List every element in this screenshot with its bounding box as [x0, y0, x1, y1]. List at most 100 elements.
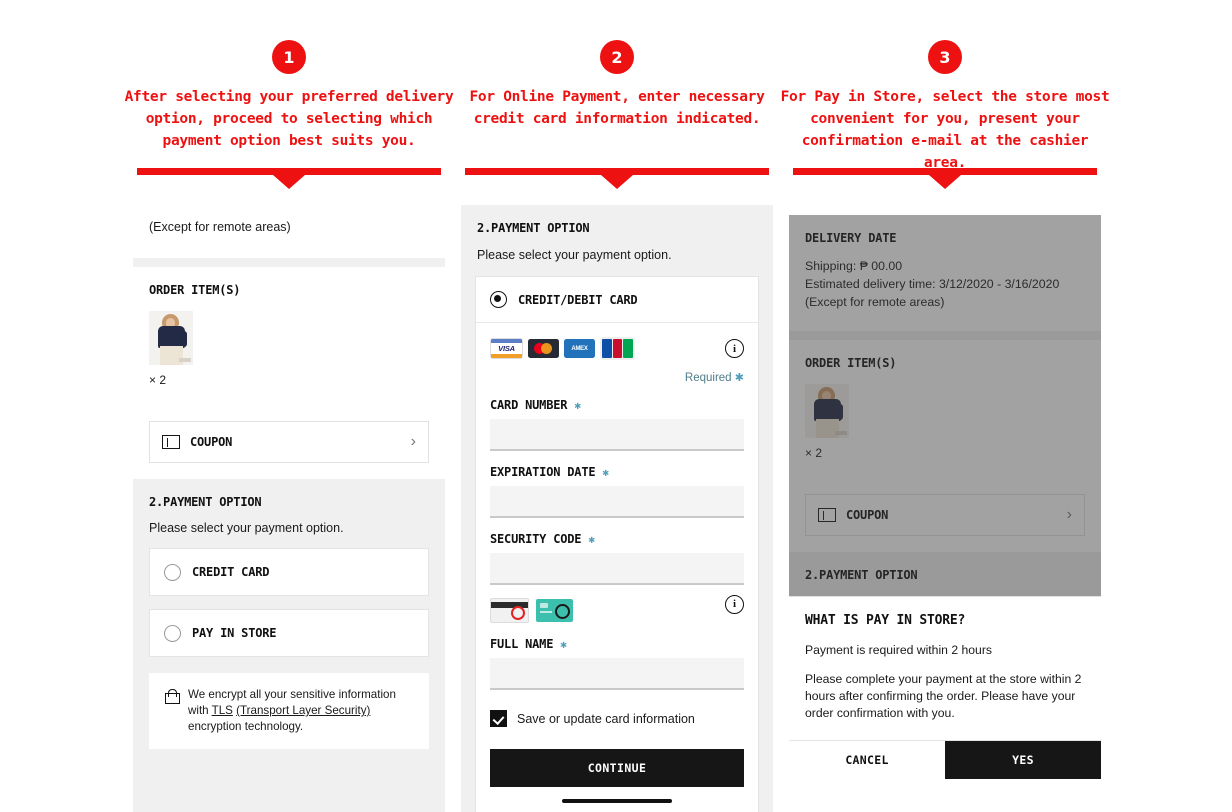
full-name-input[interactable]: [490, 658, 744, 690]
expiration-date-label: EXPIRATION DATE ✱: [490, 465, 609, 479]
delivery-remote-note-block: (Except for remote areas): [133, 205, 445, 258]
order-quantity: × 2: [149, 373, 167, 387]
remote-areas-note: (Except for remote areas): [805, 295, 945, 309]
security-code-illustrations: [490, 598, 573, 623]
order-items-section: ORDER ITEM(S) × 2: [789, 340, 1101, 480]
remote-areas-note: (Except for remote areas): [149, 220, 291, 234]
coupon-label: COUPON: [190, 435, 233, 449]
save-card-label: Save or update card information: [517, 711, 695, 726]
radio-pay-in-store[interactable]: [164, 624, 181, 642]
step-divider-arrow-2: [465, 168, 769, 175]
security-code-input[interactable]: [490, 553, 744, 585]
section-gap: [133, 258, 445, 267]
step-caption-2: For Online Payment, enter necessary cred…: [469, 89, 765, 127]
amex-icon: AMEX: [564, 339, 595, 358]
payment-option-section: 2.PAYMENT OPTION: [789, 552, 1101, 596]
chevron-right-icon: ›: [410, 433, 416, 450]
payment-option-subtitle: Please select your payment option.: [149, 521, 344, 535]
radio-credit-card[interactable]: [164, 563, 181, 581]
step-caption-3: For Pay in Store, select the store most …: [780, 89, 1110, 171]
modal-title: WHAT IS PAY IN STORE?: [805, 613, 966, 628]
order-items-heading: ORDER ITEM(S): [805, 356, 897, 370]
pay-in-store-modal: WHAT IS PAY IN STORE? Payment is require…: [789, 596, 1101, 805]
coupon-section: COUPON ›: [133, 407, 445, 479]
brands-row: VISA AMEX i: [490, 337, 744, 360]
estimated-delivery: Estimated delivery time: 3/12/2020 - 3/1…: [805, 277, 1060, 291]
save-card-row[interactable]: Save or update card information: [490, 710, 744, 727]
save-card-checkbox[interactable]: [490, 710, 507, 727]
step-badge-1: 1: [272, 40, 306, 74]
payment-form-screen: 2.PAYMENT OPTION Please select your paym…: [461, 205, 773, 812]
payment-option-pay-in-store[interactable]: PAY IN STORE: [149, 609, 429, 657]
coupon-section: COUPON ›: [789, 480, 1101, 552]
lock-icon: [165, 689, 180, 704]
delivery-date-section: DELIVERY DATE Shipping: ₱ 00.00 Estimate…: [789, 215, 1101, 331]
modal-body: WHAT IS PAY IN STORE? Payment is require…: [789, 597, 1101, 740]
payment-option-heading: 2.PAYMENT OPTION: [149, 495, 262, 509]
section-gap: [789, 331, 1101, 340]
step-column-2: 2 For Online Payment, enter necessary cr…: [461, 0, 773, 812]
security-code-info-icon[interactable]: i: [725, 594, 744, 614]
continue-button[interactable]: CONTINUE: [490, 749, 744, 787]
modal-cancel-button[interactable]: CANCEL: [789, 741, 945, 779]
security-code-label: SECURITY CODE ✱: [490, 532, 595, 546]
step-caption-1: After selecting your preferred delivery …: [124, 89, 454, 149]
expiration-date-input[interactable]: [490, 486, 744, 518]
payment-option-label: CREDIT CARD: [192, 565, 270, 579]
modal-yes-button[interactable]: YES: [945, 741, 1101, 779]
phone-screen-1: (Except for remote areas) ORDER ITEM(S) …: [133, 205, 445, 812]
payment-option-label: PAY IN STORE: [192, 626, 277, 640]
radio-credit-debit-card[interactable]: [490, 291, 507, 308]
modal-footer-spacer: [789, 779, 1101, 805]
order-items-section: ORDER ITEM(S) × 2: [133, 267, 445, 407]
step-badge-2: 2: [600, 40, 634, 74]
card-number-label: CARD NUMBER ✱: [490, 398, 581, 412]
order-quantity: × 2: [805, 446, 823, 460]
tls-link[interactable]: TLS: [212, 704, 233, 717]
chevron-right-icon: ›: [1066, 506, 1072, 523]
security-code-help-row: i: [490, 585, 744, 623]
product-thumbnail[interactable]: [149, 311, 193, 365]
required-legend: Required ✱: [684, 372, 744, 384]
visa-icon: VISA: [490, 338, 523, 359]
modal-actions: CANCEL YES: [789, 740, 1101, 779]
payment-option-heading: 2.PAYMENT OPTION: [805, 568, 918, 582]
card-form-body: VISA AMEX i Required ✱ CARD NUMBER ✱ EXP…: [476, 323, 758, 812]
home-indicator: [562, 799, 672, 803]
product-thumbnail[interactable]: [805, 384, 849, 438]
credit-card-panel: CREDIT/DEBIT CARD VISA AMEX i Required ✱…: [475, 276, 759, 812]
jcb-icon: [600, 337, 635, 360]
step-divider-arrow-1: [137, 168, 441, 175]
phone-screen-2: 2.PAYMENT OPTION Please select your paym…: [461, 205, 773, 812]
modal-line-1: Payment is required within 2 hours: [805, 643, 992, 657]
modal-line-2: Please complete your payment at the stor…: [805, 672, 1082, 720]
credit-debit-card-label: CREDIT/DEBIT CARD: [518, 292, 638, 307]
step-divider-arrow-3: [793, 168, 1097, 175]
card-brand-logos: VISA AMEX: [490, 337, 635, 360]
card-number-input[interactable]: [490, 419, 744, 451]
step-column-1: 1 After selecting your preferred deliver…: [125, 0, 454, 812]
mastercard-icon: [528, 339, 559, 358]
delivery-date-heading: DELIVERY DATE: [805, 231, 897, 245]
dimmed-background-layer: DELIVERY DATE Shipping: ₱ 00.00 Estimate…: [789, 215, 1101, 596]
payment-option-heading: 2.PAYMENT OPTION: [477, 221, 590, 235]
shipping-amount: Shipping: ₱ 00.00: [805, 259, 903, 273]
card-front-icon: [536, 599, 573, 622]
payment-header: 2.PAYMENT OPTION Please select your paym…: [461, 205, 773, 276]
coupon-label: COUPON: [846, 508, 889, 522]
full-name-label: FULL NAME ✱: [490, 637, 567, 651]
tls-notice: We encrypt all your sensitive informatio…: [149, 673, 429, 749]
coupon-row[interactable]: COUPON ›: [805, 494, 1085, 536]
payment-option-subtitle: Please select your payment option.: [477, 248, 672, 262]
card-back-icon: [490, 598, 529, 623]
credit-debit-card-option[interactable]: CREDIT/DEBIT CARD: [476, 277, 758, 323]
payment-option-section: 2.PAYMENT OPTION Please select your paym…: [133, 479, 445, 749]
order-items-heading: ORDER ITEM(S): [149, 283, 241, 297]
tls-link-expanded[interactable]: (Transport Layer Security): [236, 704, 370, 717]
ticket-icon: [162, 435, 180, 449]
coupon-row[interactable]: COUPON ›: [149, 421, 429, 463]
payment-option-credit-card[interactable]: CREDIT CARD: [149, 548, 429, 596]
card-brands-info-icon[interactable]: i: [725, 339, 744, 358]
step-badge-3: 3: [928, 40, 962, 74]
step-column-3: 3 For Pay in Store, select the store mos…: [781, 0, 1110, 812]
